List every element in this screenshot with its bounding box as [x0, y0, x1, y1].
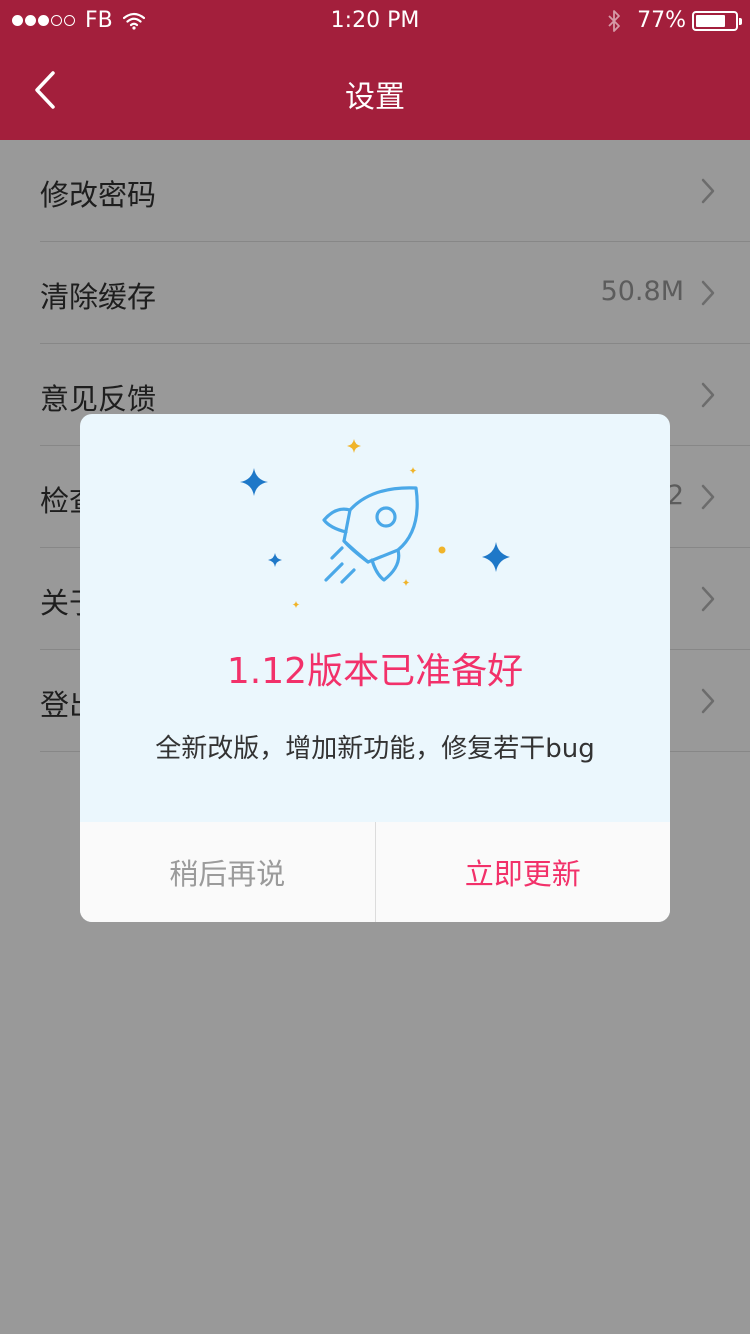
sparkle-icon	[402, 579, 410, 586]
battery-icon	[692, 10, 742, 31]
page-title: 设置	[345, 80, 405, 115]
sparkle-icon	[347, 439, 361, 453]
rocket-illustration	[240, 439, 510, 608]
bluetooth-icon	[608, 9, 620, 32]
dialog-message: 全新改版，增加新功能，修复若干bug	[155, 734, 595, 764]
dialog-actions: 稍后再说 立即更新	[80, 822, 670, 922]
status-right-group: 77%	[607, 8, 742, 33]
navigation-bar: 设置	[0, 40, 750, 140]
sparkle-icon	[292, 601, 300, 608]
star-icon	[482, 542, 510, 572]
update-now-button[interactable]: 立即更新	[376, 822, 671, 922]
battery-fill	[696, 14, 726, 27]
battery-tip	[739, 17, 742, 25]
dialog-title: 1.12版本已准备好	[226, 651, 524, 692]
remind-later-button[interactable]: 稍后再说	[80, 822, 376, 922]
update-dialog: 1.12版本已准备好 全新改版，增加新功能，修复若干bug 稍后再说 立即更新	[80, 414, 670, 922]
battery-percent: 77%	[637, 8, 686, 33]
star-icon	[240, 468, 268, 496]
status-bar: FB 1:20 PM 77%	[0, 0, 750, 40]
sparkle-icon	[409, 467, 417, 474]
star-icon	[268, 553, 282, 567]
rocket-icon	[322, 486, 419, 584]
sparkle-dot	[438, 546, 446, 554]
